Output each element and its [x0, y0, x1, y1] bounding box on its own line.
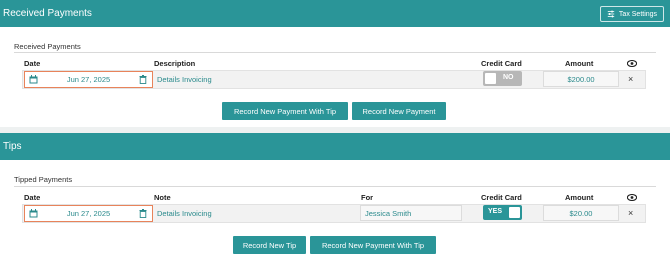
tax-settings-button[interactable]: Tax Settings	[600, 6, 664, 22]
record-new-tip-button[interactable]: Record New Tip	[233, 236, 306, 254]
record-new-payment-with-tip-button[interactable]: Record New Payment With Tip	[222, 102, 348, 120]
for-value: Jessica Smith	[365, 208, 412, 218]
calendar-icon	[29, 209, 38, 218]
eye-icon[interactable]	[627, 194, 637, 201]
date-value: Jun 27, 2025	[66, 209, 111, 218]
sliders-icon	[607, 10, 615, 18]
trash-icon[interactable]	[139, 209, 147, 218]
col-amount: Amount	[565, 193, 594, 202]
received-payments-header: Received Payments Tax Settings	[0, 0, 670, 27]
for-field[interactable]: Jessica Smith	[360, 205, 462, 221]
date-field[interactable]: Jun 27, 2025	[24, 205, 153, 222]
credit-card-toggle[interactable]: YES	[483, 205, 522, 220]
col-credit-card: Credit Card	[481, 59, 522, 68]
tips-panel-label: Tipped Payments	[14, 175, 73, 184]
tax-settings-label: Tax Settings	[618, 10, 658, 18]
tips-title: Tips	[3, 141, 22, 152]
col-credit-card: Credit Card	[481, 193, 522, 202]
amount-field[interactable]: $20.00	[543, 205, 619, 221]
description-value[interactable]: Details Invoicing	[157, 75, 212, 84]
calendar-icon	[29, 75, 38, 84]
amount-field[interactable]: $200.00	[543, 71, 619, 87]
note-value[interactable]: Details Invoicing	[157, 209, 212, 218]
toggle-label: NO	[503, 74, 514, 81]
amount-value: $200.00	[567, 74, 595, 84]
col-date: Date	[24, 193, 41, 202]
col-description: Description	[154, 59, 196, 68]
col-date: Date	[24, 59, 41, 68]
received-panel-label: Received Payments	[14, 42, 81, 51]
toggle-label: YES	[488, 208, 503, 215]
col-for: For	[361, 193, 374, 202]
received-payments-title: Received Payments	[3, 8, 92, 19]
trash-icon[interactable]	[139, 75, 147, 84]
col-note: Note	[154, 193, 171, 202]
credit-card-toggle[interactable]: NO	[483, 71, 522, 86]
toggle-knob	[485, 73, 496, 84]
record-new-payment-with-tip-button[interactable]: Record New Payment With Tip	[310, 236, 436, 254]
close-icon[interactable]: ×	[628, 208, 633, 218]
col-amount: Amount	[565, 59, 594, 68]
close-icon[interactable]: ×	[628, 74, 633, 84]
toggle-knob	[509, 207, 520, 218]
record-new-payment-button[interactable]: Record New Payment	[352, 102, 446, 120]
date-value: Jun 27, 2025	[66, 75, 111, 84]
amount-value: $20.00	[569, 208, 593, 218]
eye-icon[interactable]	[627, 60, 637, 67]
divider	[14, 52, 656, 53]
divider	[14, 186, 656, 187]
date-field[interactable]: Jun 27, 2025	[24, 71, 153, 88]
tips-header: Tips	[0, 133, 670, 160]
